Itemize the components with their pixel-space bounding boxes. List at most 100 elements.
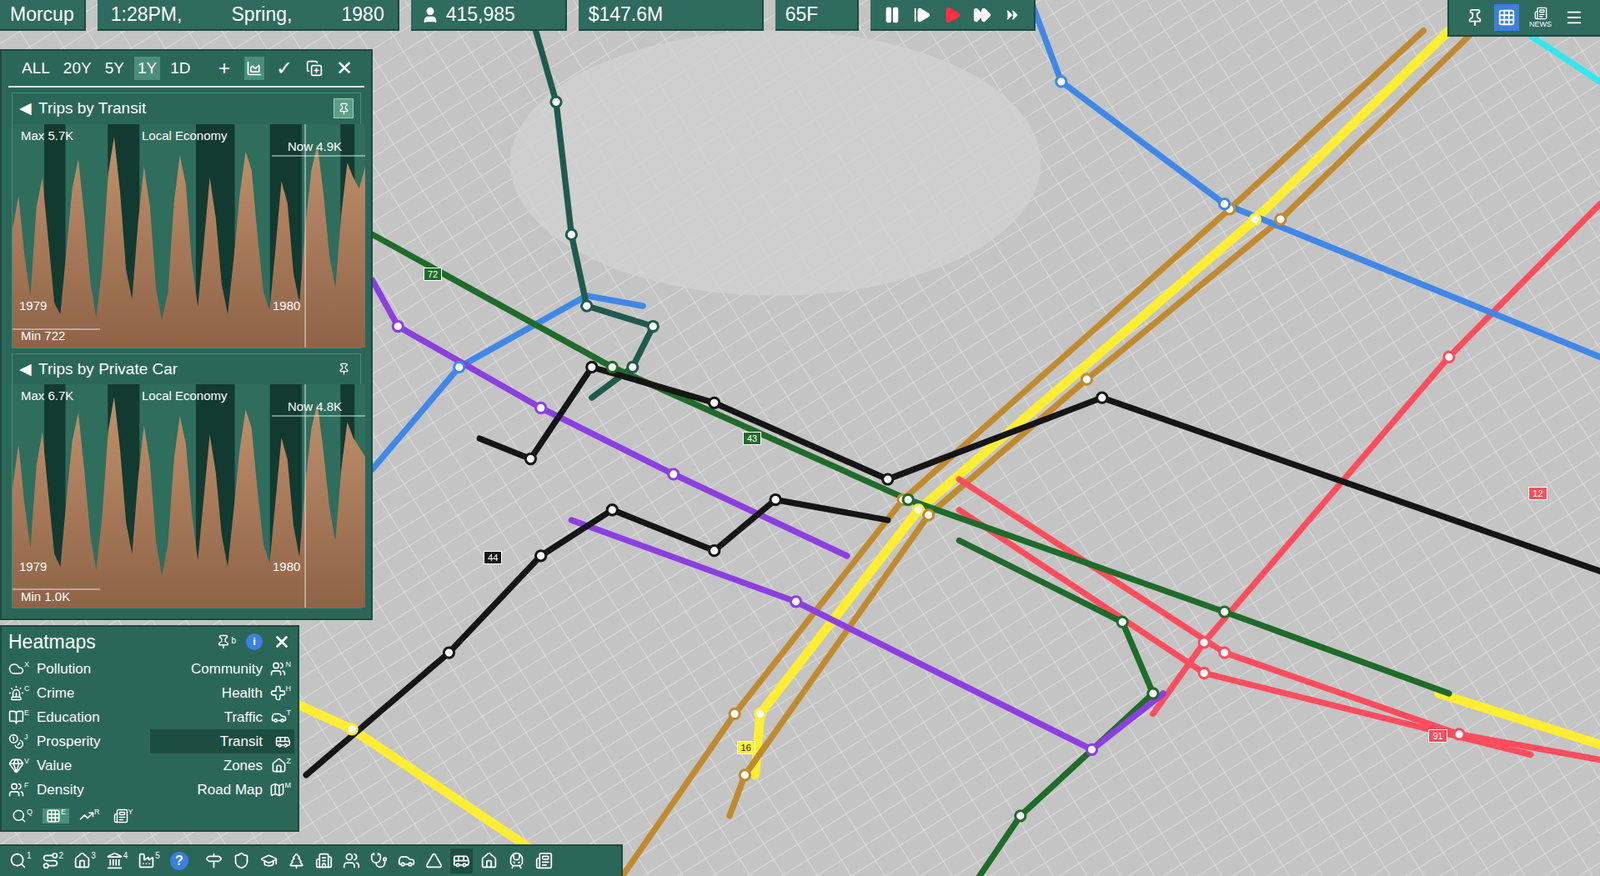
heatmap-item[interactable]: CCrime	[5, 681, 151, 706]
toolbar-button[interactable]	[532, 848, 556, 874]
tool-icon	[205, 852, 223, 870]
tool-icon	[113, 808, 129, 824]
range-tab[interactable]: ALL	[18, 56, 54, 81]
heatmaps-panel[interactable]: HeatmapsbiXPollutionCommunityNCCrimeHeal…	[0, 625, 300, 833]
speed-button[interactable]	[970, 3, 994, 27]
speed-button[interactable]	[940, 3, 964, 27]
toolbar-button[interactable]: 2	[39, 848, 67, 874]
heatmap-item[interactable]: CommunityN	[150, 657, 296, 682]
heatmap-item[interactable]: HealthH	[150, 681, 296, 706]
heatmap-item[interactable]: XPollution	[5, 657, 151, 682]
toolbar-button[interactable]	[422, 848, 446, 874]
toolbar-button[interactable]	[477, 848, 501, 874]
close-icon[interactable]	[272, 632, 291, 652]
toolbar-button[interactable]: 4	[103, 848, 131, 874]
heatmap-icon	[270, 757, 287, 774]
chart-action[interactable]: ✕	[334, 56, 355, 81]
tool-icon	[480, 852, 498, 870]
tool-icon	[11, 808, 27, 824]
fast-icon	[973, 5, 992, 25]
pin-icon	[337, 102, 351, 116]
heatmap-item[interactable]: FDensity	[5, 777, 151, 803]
start-label: 1979	[19, 296, 47, 316]
now-label: Now 4.9K	[287, 137, 342, 157]
heatmap-item[interactable]: JProsperity	[5, 729, 151, 754]
heatmap-item[interactable]: EEducation	[5, 705, 151, 730]
heatmap-item[interactable]: Transit	[150, 729, 296, 754]
area-chart	[12, 384, 366, 608]
toolbar-button[interactable]	[230, 848, 253, 874]
range-tab[interactable]: 1Y	[134, 56, 161, 81]
heatmap-tool[interactable]: R	[75, 808, 104, 824]
toolbar-button[interactable]	[450, 848, 473, 874]
pin-button[interactable]: b	[215, 634, 236, 650]
tool-icon	[45, 808, 61, 824]
pin-button[interactable]	[333, 98, 354, 119]
heatmap-item[interactable]: TrafficT	[150, 705, 296, 730]
speed-button[interactable]	[910, 3, 934, 27]
route-label[interactable]: 72	[423, 267, 442, 281]
chart-action[interactable]: +	[214, 56, 235, 81]
route-label[interactable]: 91	[1428, 729, 1447, 743]
toolbar-button[interactable]: ?	[167, 848, 191, 874]
tool-icon	[105, 852, 124, 870]
toolbar-button[interactable]	[202, 848, 226, 874]
chart-action[interactable]	[304, 56, 325, 81]
tool-icon	[452, 852, 471, 870]
toolbar-button[interactable]: 5	[135, 848, 163, 874]
pin-button[interactable]	[333, 359, 354, 380]
population: 415,985	[411, 0, 567, 31]
chart-action[interactable]: ✓	[274, 56, 295, 81]
grid-button[interactable]	[1494, 4, 1520, 31]
toolbar-button[interactable]	[257, 848, 281, 874]
heatmap-item[interactable]: Road MapM	[150, 777, 296, 803]
range-tab[interactable]: 20Y	[60, 56, 96, 81]
collapse-arrow[interactable]: ◀	[19, 357, 32, 382]
route-label[interactable]: 12	[1528, 486, 1547, 501]
range-tab[interactable]: 5Y	[101, 56, 128, 81]
heatmap-icon	[8, 782, 25, 798]
heatmap-tool[interactable]: E	[42, 808, 70, 824]
heatmap-item[interactable]: ZonesZ	[150, 753, 296, 778]
collapse-arrow[interactable]: ◀	[19, 96, 32, 121]
chart-action[interactable]	[244, 56, 265, 81]
toolbar-button[interactable]: 3	[70, 848, 99, 874]
menu-button[interactable]	[1561, 4, 1587, 31]
heatmap-tool[interactable]: Y	[110, 808, 137, 824]
toolbar-button[interactable]	[285, 848, 308, 874]
play-icon	[942, 5, 962, 25]
heatmap-item[interactable]: VValue	[5, 753, 151, 778]
toolbar-button[interactable]: 1	[6, 848, 35, 874]
tool-icon	[507, 852, 526, 870]
toolbar-button[interactable]	[312, 848, 336, 874]
tool-icon	[79, 808, 95, 824]
range-tab[interactable]: 1D	[166, 56, 194, 81]
toolbar-button[interactable]	[395, 848, 418, 874]
news-button[interactable]: NEWS	[1525, 4, 1555, 31]
heatmap-tool[interactable]: Q	[8, 808, 36, 824]
heatmap-icon	[8, 757, 25, 774]
speed-button[interactable]	[880, 3, 904, 27]
toolbar-button[interactable]	[340, 848, 363, 874]
route-label[interactable]: 16	[737, 741, 756, 755]
chart-window[interactable]: ALL20Y5Y1Y1D+✓✕◀Trips by TransitMax 5.7K…	[0, 49, 373, 621]
route-label[interactable]: 44	[483, 551, 502, 565]
tool-icon	[397, 852, 416, 870]
heatmap-tools: QERY	[1, 802, 298, 831]
city-name: Morcup	[0, 0, 86, 31]
pin-button[interactable]	[1462, 4, 1488, 31]
heatmap-icon	[8, 661, 25, 678]
top-tools: NEWS	[1447, 0, 1600, 37]
heatmap-icon	[8, 709, 25, 726]
info-button[interactable]: i	[245, 633, 263, 651]
start-label: 1979	[19, 557, 47, 577]
speed-button[interactable]	[1000, 3, 1024, 27]
toolbar-button[interactable]	[505, 848, 528, 874]
route-label[interactable]: 43	[742, 431, 762, 446]
news-icon	[1534, 6, 1548, 21]
money: $147.6M	[578, 0, 764, 31]
max-label: Max 5.7K	[20, 126, 74, 146]
toolbar-button[interactable]	[367, 848, 391, 874]
min-label: Min 1.0K	[20, 587, 71, 607]
grid-icon	[1497, 8, 1516, 27]
